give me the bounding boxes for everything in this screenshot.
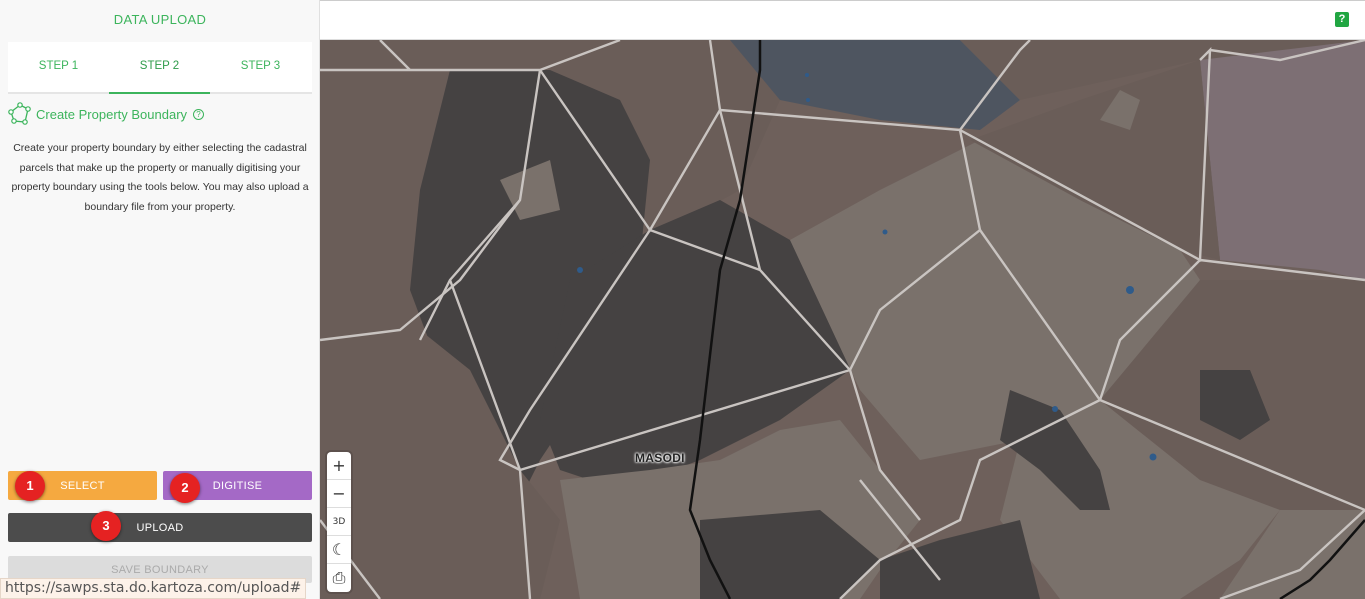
step-badge-1: 1: [15, 471, 45, 501]
tab-step-2[interactable]: STEP 2: [109, 42, 210, 94]
step-tabs: STEP 1 STEP 2 STEP 3: [8, 42, 312, 94]
section-description: Create your property boundary by either …: [11, 142, 309, 213]
map-tiles: [320, 40, 1365, 599]
zoom-in-button[interactable]: +: [327, 452, 351, 480]
help-button[interactable]: ?: [1335, 12, 1349, 27]
map-canvas[interactable]: MASODI + − 3D ☾ ⎙: [320, 40, 1365, 599]
step-badge-3: 3: [91, 511, 121, 541]
dark-mode-icon[interactable]: ☾: [327, 536, 351, 564]
info-icon[interactable]: ?: [193, 108, 205, 120]
sidebar: DATA UPLOAD STEP 1 STEP 2 STEP 3 Create …: [0, 0, 320, 599]
toggle-3d-button[interactable]: 3D: [327, 508, 351, 536]
section-header: Create Property Boundary ?: [8, 102, 205, 126]
tab-step-1[interactable]: STEP 1: [8, 42, 109, 94]
status-url: https://sawps.sta.do.kartoza.com/upload#: [0, 578, 307, 599]
place-label: MASODI: [635, 451, 685, 465]
step-badge-2: 2: [170, 473, 200, 503]
tab-step-3[interactable]: STEP 3: [210, 42, 311, 94]
top-bar: ?: [320, 0, 1365, 40]
sidebar-title: DATA UPLOAD: [113, 12, 207, 27]
print-icon[interactable]: ⎙: [327, 564, 351, 592]
map-controls: + − 3D ☾ ⎙: [327, 452, 351, 592]
section-title: Create Property Boundary: [36, 106, 188, 122]
zoom-out-button[interactable]: −: [327, 480, 351, 508]
polygon-icon: [8, 102, 31, 125]
upload-button[interactable]: UPLOAD: [8, 513, 312, 542]
